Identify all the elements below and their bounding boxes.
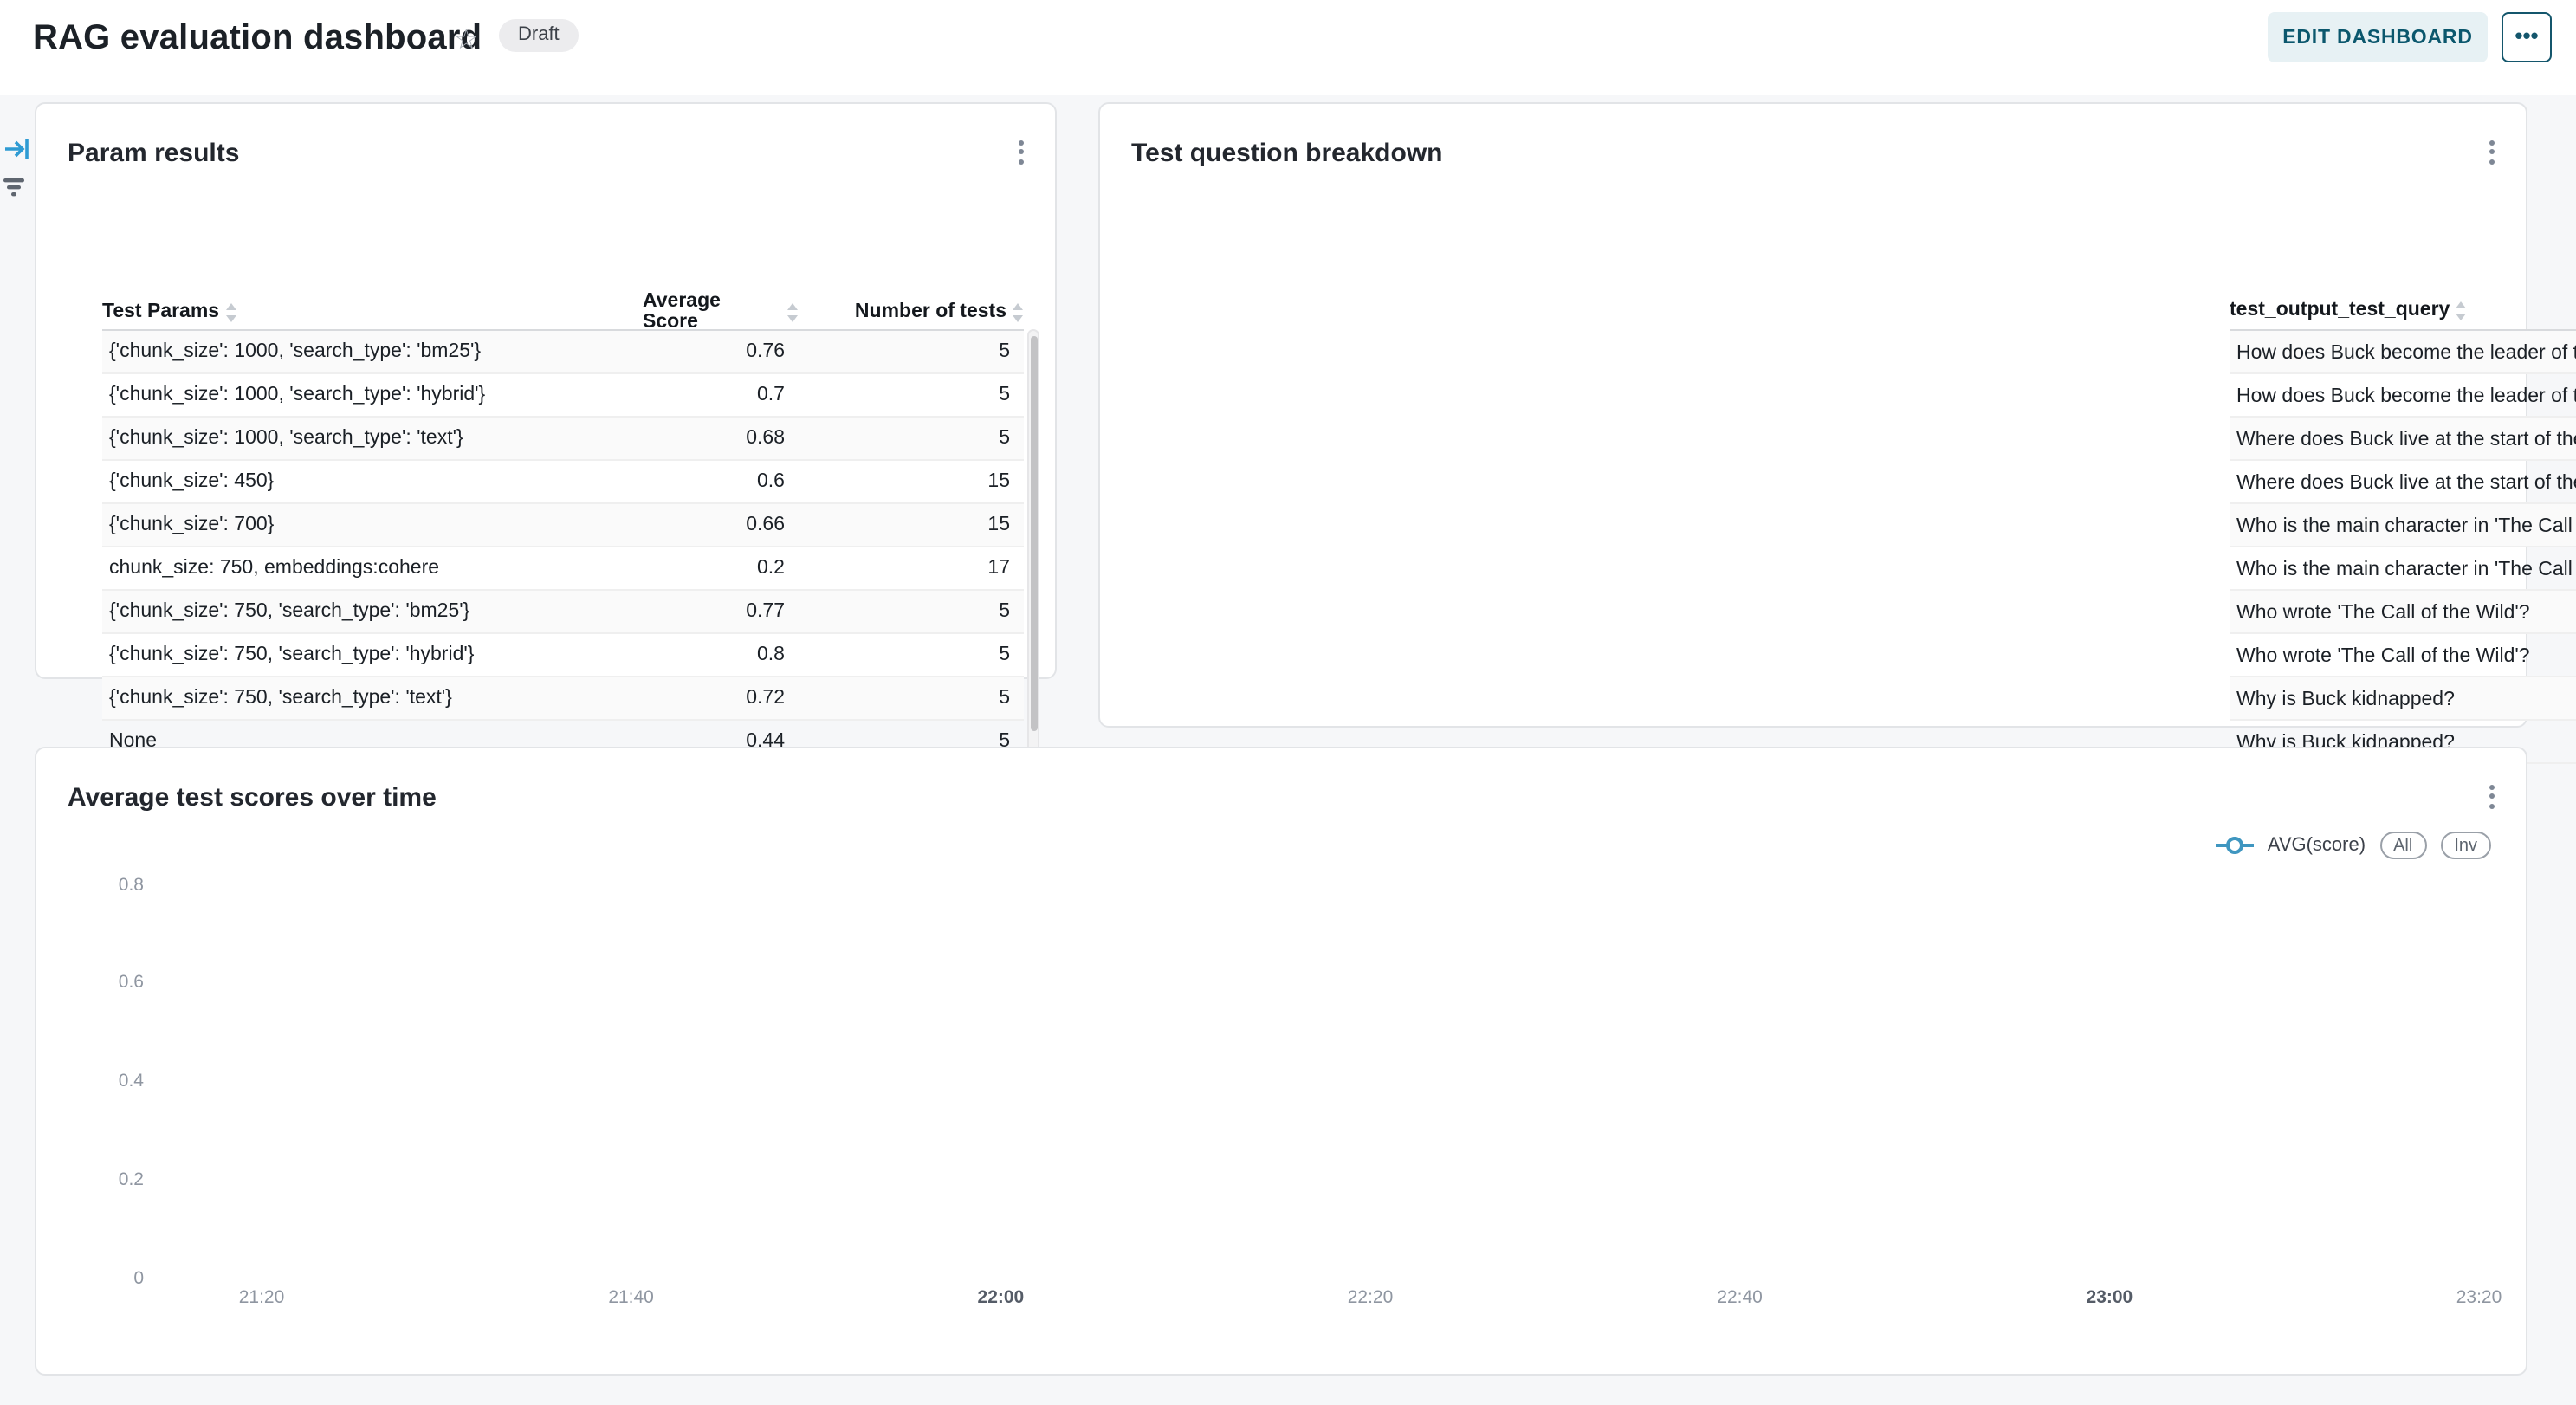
chart-card-menu-button[interactable] bbox=[2477, 780, 2505, 811]
legend-all-button[interactable]: All bbox=[2379, 832, 2426, 859]
table-row: How does Buck become the leader of the s… bbox=[2230, 331, 2576, 374]
test-question-breakdown-card: Test question breakdown test_output_test… bbox=[1098, 102, 2527, 728]
param-table-scrollbar bbox=[1027, 329, 1039, 764]
x-axis-tick-label: 21:20 bbox=[239, 1287, 285, 1308]
edit-dashboard-button[interactable]: EDIT DASHBOARD bbox=[2268, 12, 2488, 62]
y-axis-tick-label: 0 bbox=[74, 1267, 144, 1288]
param-results-title: Param results bbox=[68, 139, 239, 168]
param-card-menu-button[interactable] bbox=[1006, 135, 1034, 166]
collapse-panel-icon[interactable] bbox=[5, 137, 29, 168]
chart-card: Average test scores over time AVG(score)… bbox=[35, 747, 2527, 1376]
scrollbar-thumb[interactable] bbox=[1030, 336, 1038, 731]
chart-legend: AVG(score) All Inv bbox=[2216, 832, 2491, 859]
table-row: {'chunk_size': 750, 'search_type': 'text… bbox=[102, 677, 1024, 721]
table-row: Who wrote 'The Call of the Wild'?20.7174… bbox=[2230, 591, 2576, 634]
sort-icon bbox=[2455, 301, 2467, 320]
x-axis-tick-label: 22:20 bbox=[1348, 1287, 1394, 1308]
column-header[interactable]: Test Params bbox=[102, 291, 643, 333]
column-header[interactable]: Number of tests bbox=[799, 291, 1024, 333]
table-row: Where does Buck live at the start of the… bbox=[2230, 418, 2576, 461]
breakdown-title: Test question breakdown bbox=[1131, 139, 1443, 168]
x-axis-tick-label: 23:20 bbox=[2456, 1287, 2502, 1308]
breakdown-table: How does Buck become the leader of the s… bbox=[2230, 329, 2576, 764]
status-badge: Draft bbox=[499, 19, 579, 52]
table-row: Where does Buck live at the start of the… bbox=[2230, 461, 2576, 504]
more-options-button[interactable]: ••• bbox=[2502, 12, 2552, 62]
column-header[interactable]: Average Score bbox=[643, 291, 799, 333]
column-header[interactable]: test_output_test_query bbox=[2230, 291, 2576, 329]
x-axis-tick-label: 23:00 bbox=[2087, 1287, 2133, 1308]
sort-icon bbox=[224, 302, 236, 321]
x-axis-tick-label: 22:00 bbox=[978, 1287, 1025, 1308]
x-axis-tick-label: 22:40 bbox=[1717, 1287, 1763, 1308]
legend-inv-button[interactable]: Inv bbox=[2440, 832, 2491, 859]
y-axis-tick-label: 0.8 bbox=[74, 874, 144, 895]
x-axis-tick-label: 21:40 bbox=[608, 1287, 654, 1308]
param-results-card: Param results Test ParamsAverage ScoreNu… bbox=[35, 102, 1057, 679]
dashboard-page: RAG evaluation dashboard ☆ Draft EDIT DA… bbox=[0, 0, 2576, 1405]
table-row: {'chunk_size': 1000, 'search_type': 'tex… bbox=[102, 418, 1024, 461]
table-row: {'chunk_size': 1000, 'search_type': 'bm2… bbox=[102, 331, 1024, 374]
favorite-star-icon[interactable]: ☆ bbox=[454, 23, 479, 57]
legend-series-label[interactable]: AVG(score) bbox=[2268, 835, 2366, 856]
table-row: {'chunk_size': 450}0.615 bbox=[102, 461, 1024, 504]
breakdown-table-header: test_output_test_queryTest FilesAverage … bbox=[2230, 291, 2576, 329]
table-row: {'chunk_size': 750, 'search_type': 'hybr… bbox=[102, 634, 1024, 677]
y-axis-tick-label: 0.6 bbox=[74, 973, 144, 994]
table-row: Who is the main character in 'The Call o… bbox=[2230, 547, 2576, 591]
page-title: RAG evaluation dashboard bbox=[33, 19, 482, 59]
table-row: {'chunk_size': 750, 'search_type': 'bm25… bbox=[102, 591, 1024, 634]
chart-title: Average test scores over time bbox=[68, 783, 437, 813]
sort-icon bbox=[786, 302, 799, 321]
table-row: Who wrote 'The Call of the Wild'?30.7253… bbox=[2230, 634, 2576, 677]
table-row: How does Buck become the leader of the s… bbox=[2230, 374, 2576, 418]
y-axis-tick-label: 0.4 bbox=[74, 1071, 144, 1091]
table-row: Why is Buck kidnapped?20.625833648086215… bbox=[2230, 677, 2576, 721]
param-table-header: Test ParamsAverage ScoreNumber of tests bbox=[102, 291, 1024, 329]
header-bar: RAG evaluation dashboard ☆ Draft EDIT DA… bbox=[0, 0, 2576, 95]
table-row: {'chunk_size': 1000, 'search_type': 'hyb… bbox=[102, 374, 1024, 418]
table-row: Who is the main character in 'The Call o… bbox=[2230, 504, 2576, 547]
table-row: {'chunk_size': 700}0.6615 bbox=[102, 504, 1024, 547]
param-table: {'chunk_size': 1000, 'search_type': 'bm2… bbox=[102, 329, 1024, 764]
breakdown-card-menu-button[interactable] bbox=[2477, 135, 2505, 166]
series-marker-icon bbox=[2216, 835, 2254, 856]
sort-icon bbox=[1012, 302, 1024, 321]
filter-icon[interactable] bbox=[2, 175, 26, 206]
y-axis-tick-label: 0.2 bbox=[74, 1169, 144, 1190]
table-row: chunk_size: 750, embeddings:cohere0.217 bbox=[102, 547, 1024, 591]
